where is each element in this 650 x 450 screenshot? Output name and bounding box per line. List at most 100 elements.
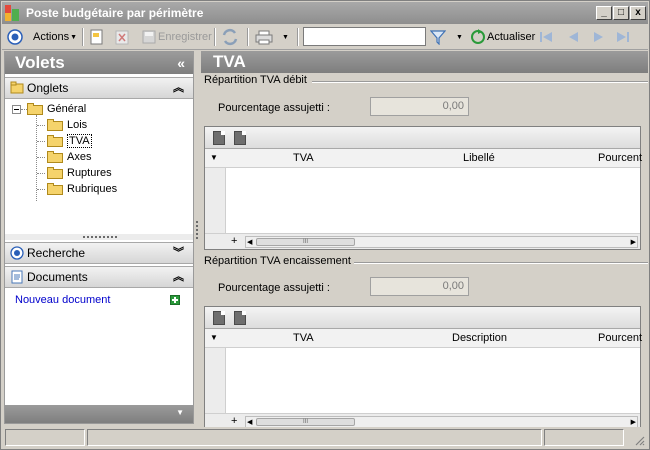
status-cell: [5, 429, 85, 446]
export-icon[interactable]: [234, 311, 246, 325]
title-bar: Poste budgétaire par périmètre _ □ x: [2, 2, 648, 24]
toolbar-separator: [82, 28, 84, 46]
debit-percentage-label: Pourcentage assujetti :: [218, 102, 330, 114]
save-button[interactable]: Enregistrer: [142, 27, 212, 47]
onglets-section-header[interactable]: Onglets ︽: [5, 77, 193, 99]
column-header[interactable]: TVA: [293, 152, 314, 164]
refresh-label: Actualiser: [487, 31, 536, 43]
volets-footer: ▼: [5, 405, 193, 423]
debit-percentage-field[interactable]: 0,00: [370, 97, 469, 116]
toolbar-separator: [297, 28, 299, 46]
encaissement-grid: ▼ TVA Description Pourcent + ◀ III ▶: [204, 306, 642, 430]
tree-item-ruptures[interactable]: Ruptures: [47, 165, 112, 181]
collapse-section-icon[interactable]: ︽: [173, 267, 184, 287]
export-icon[interactable]: [213, 131, 225, 145]
encaissement-percentage-label: Pourcentage assujetti :: [218, 282, 330, 294]
scroll-right-icon[interactable]: ▶: [631, 238, 636, 246]
folder-icon: [47, 183, 63, 195]
previous-record-icon[interactable]: [566, 27, 580, 47]
column-header[interactable]: Pourcent: [598, 332, 642, 344]
tree-item-label: Général: [47, 103, 87, 115]
minimize-button[interactable]: _: [596, 6, 612, 20]
folder-open-icon: [27, 103, 43, 115]
volets-title: Volets: [15, 53, 65, 72]
tree-item-label: Lois: [67, 119, 88, 131]
grid-toolbar: [205, 307, 640, 329]
grid-header: ▼ TVA Libellé Pourcent: [205, 149, 642, 168]
filter-dropdown-icon[interactable]: ▼: [456, 27, 463, 47]
status-cell: [87, 429, 542, 446]
scroll-left-icon[interactable]: ◀: [247, 238, 252, 246]
scroll-thumb[interactable]: III: [256, 238, 355, 246]
actions-label: Actions: [33, 31, 70, 43]
last-record-icon[interactable]: [616, 27, 630, 47]
resize-grip-icon[interactable]: [633, 434, 645, 446]
print-dropdown-icon[interactable]: ▼: [282, 27, 289, 47]
tree-collapse-toggle[interactable]: [12, 105, 21, 114]
debit-grid: ▼ TVA Libellé Pourcent + ◀ III ▶: [204, 126, 642, 250]
tree-item-lois[interactable]: Lois: [47, 117, 87, 133]
column-menu-icon[interactable]: ▼: [210, 153, 218, 162]
scroll-thumb[interactable]: III: [256, 418, 355, 426]
tree-item-label: Axes: [67, 151, 92, 163]
maximize-button[interactable]: □: [613, 6, 629, 20]
add-row-icon[interactable]: +: [231, 235, 237, 247]
tree-connector: [37, 189, 45, 190]
splitter-grip[interactable]: [5, 234, 193, 240]
volets-panel: Volets « Onglets ︽ Général Lois TVA Axes…: [4, 51, 194, 424]
sync-icon[interactable]: [221, 27, 239, 47]
tree-item-label: Rubriques: [67, 183, 118, 195]
horizontal-scrollbar[interactable]: ◀ III ▶: [245, 236, 638, 248]
encaissement-group-title: Répartition TVA encaissement: [204, 255, 351, 267]
actions-icon[interactable]: [7, 27, 23, 47]
encaissement-percentage-field[interactable]: 0,00: [370, 277, 469, 296]
column-header[interactable]: Libellé: [463, 152, 495, 164]
export-icon[interactable]: [234, 131, 246, 145]
tree-item-axes[interactable]: Axes: [47, 149, 91, 165]
tree-item-general[interactable]: Général: [27, 101, 86, 117]
tree-item-label: TVA: [67, 134, 92, 148]
close-button[interactable]: x: [630, 6, 646, 20]
collapse-panel-icon[interactable]: «: [177, 52, 185, 74]
recherche-label: Recherche: [27, 246, 86, 260]
grid-toolbar: [205, 127, 640, 149]
recherche-section-header[interactable]: Recherche ︾: [5, 242, 193, 264]
actions-menu[interactable]: Actions ▼: [33, 27, 77, 47]
tree-item-label: Ruptures: [67, 167, 112, 179]
new-document-icon[interactable]: [89, 27, 104, 47]
new-document-link[interactable]: Nouveau document: [15, 294, 110, 306]
refresh-button[interactable]: Actualiser: [470, 27, 535, 47]
expand-section-icon[interactable]: ︾: [173, 243, 184, 263]
collapse-section-icon[interactable]: ︽: [173, 78, 184, 98]
folder-icon: [47, 119, 63, 131]
folder-icon: [47, 167, 63, 179]
tree-item-rubriques[interactable]: Rubriques: [47, 181, 117, 197]
status-cell: [544, 429, 624, 446]
filter-input[interactable]: [303, 27, 426, 46]
column-header[interactable]: TVA: [293, 332, 314, 344]
scroll-right-icon[interactable]: ▶: [631, 418, 636, 426]
panel-splitter[interactable]: [196, 221, 199, 239]
column-menu-icon[interactable]: ▼: [210, 333, 218, 342]
add-document-icon[interactable]: [170, 295, 180, 305]
filter-icon[interactable]: [430, 27, 446, 47]
next-record-icon[interactable]: [592, 27, 606, 47]
export-icon[interactable]: [213, 311, 225, 325]
add-row-icon[interactable]: +: [231, 415, 237, 427]
documents-section-header[interactable]: Documents ︽: [5, 266, 193, 288]
save-icon: [142, 30, 156, 44]
column-header[interactable]: Description: [452, 332, 507, 344]
tree-item-tva[interactable]: TVA: [47, 133, 92, 149]
scroll-left-icon[interactable]: ◀: [247, 418, 252, 426]
first-record-icon[interactable]: [539, 27, 553, 47]
tva-header: TVA: [201, 51, 648, 73]
save-label: Enregistrer: [158, 31, 212, 43]
group-divider: [312, 81, 648, 83]
print-icon[interactable]: [254, 27, 274, 47]
column-header[interactable]: Pourcent: [598, 152, 642, 164]
grid-header: ▼ TVA Description Pourcent: [205, 329, 642, 348]
onglets-label: Onglets: [27, 81, 69, 95]
chevron-down-icon[interactable]: ▼: [176, 408, 184, 417]
delete-icon[interactable]: [115, 27, 129, 47]
folder-icon: [47, 151, 63, 163]
